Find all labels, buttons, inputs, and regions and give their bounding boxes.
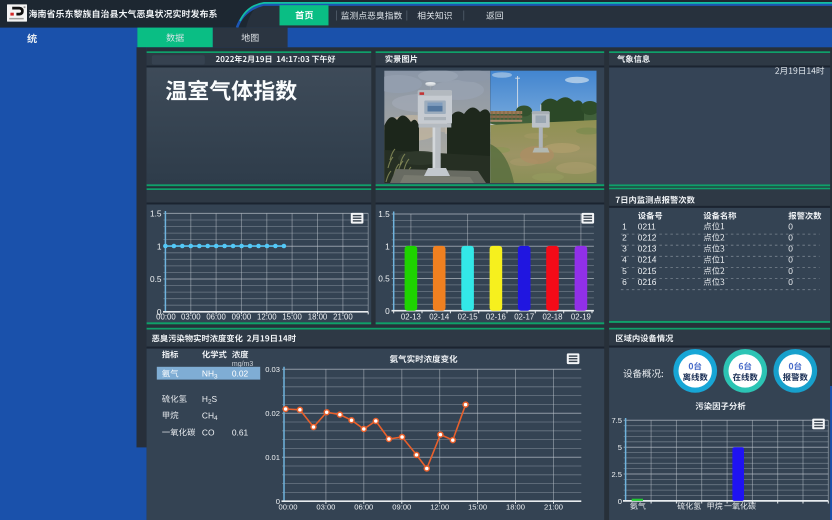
- svg-text:21:00: 21:00: [333, 313, 353, 322]
- svg-text:0216: 0216: [638, 277, 657, 287]
- svg-text:2.5: 2.5: [611, 470, 622, 479]
- svg-text:12:00: 12:00: [430, 503, 449, 512]
- svg-text:00:00: 00:00: [278, 503, 297, 512]
- svg-text:15:00: 15:00: [468, 503, 487, 512]
- svg-text:0.03: 0.03: [265, 365, 280, 374]
- svg-text:02-13: 02-13: [401, 313, 421, 322]
- svg-text:00:00: 00:00: [156, 313, 176, 322]
- svg-text:0.61: 0.61: [232, 427, 249, 437]
- svg-text:7.5: 7.5: [611, 416, 622, 425]
- svg-text:CO: CO: [202, 427, 215, 437]
- svg-text:3: 3: [622, 244, 627, 254]
- svg-text:03:00: 03:00: [316, 503, 335, 512]
- svg-text:0.02: 0.02: [265, 409, 280, 418]
- svg-text:0.01: 0.01: [265, 453, 280, 462]
- svg-text:4: 4: [622, 255, 627, 265]
- svg-text:1.5: 1.5: [378, 209, 390, 219]
- svg-text:0.5: 0.5: [150, 274, 162, 284]
- svg-text:0: 0: [788, 244, 793, 254]
- svg-text:0214: 0214: [638, 255, 657, 265]
- svg-text:1: 1: [622, 221, 627, 231]
- svg-text:03:00: 03:00: [181, 313, 201, 322]
- svg-text:21:00: 21:00: [544, 503, 563, 512]
- svg-text:0: 0: [385, 306, 390, 316]
- svg-text:02-17: 02-17: [514, 313, 534, 322]
- svg-text:0.02: 0.02: [232, 369, 249, 379]
- svg-text:02-15: 02-15: [458, 313, 479, 322]
- svg-text:02-18: 02-18: [543, 313, 563, 322]
- svg-text:0: 0: [788, 277, 793, 287]
- svg-text:15:00: 15:00: [282, 313, 302, 322]
- svg-text:09:00: 09:00: [232, 313, 252, 322]
- svg-text:0: 0: [788, 221, 793, 231]
- svg-text:02-16: 02-16: [486, 313, 506, 322]
- svg-text:1: 1: [385, 241, 390, 251]
- svg-text:6: 6: [622, 277, 627, 287]
- svg-text:09:00: 09:00: [392, 503, 411, 512]
- svg-text:1: 1: [157, 241, 162, 251]
- svg-text:06:00: 06:00: [206, 313, 226, 322]
- svg-text:5: 5: [618, 443, 622, 452]
- svg-text:0.5: 0.5: [378, 274, 390, 284]
- svg-text:12:00: 12:00: [257, 313, 277, 322]
- svg-text:0212: 0212: [638, 232, 657, 242]
- svg-text:0: 0: [618, 497, 622, 506]
- svg-text:18:00: 18:00: [506, 503, 525, 512]
- svg-text:2: 2: [622, 232, 627, 242]
- svg-text:0213: 0213: [638, 244, 657, 254]
- svg-text:0: 0: [788, 255, 793, 265]
- svg-text:0211: 0211: [638, 221, 656, 231]
- svg-text:06:00: 06:00: [354, 503, 373, 512]
- svg-text:5: 5: [622, 266, 627, 276]
- svg-text:0: 0: [788, 266, 793, 276]
- svg-text:02-14: 02-14: [429, 313, 450, 322]
- svg-text:0215: 0215: [638, 266, 657, 276]
- svg-text:1.5: 1.5: [150, 209, 162, 219]
- svg-text:18:00: 18:00: [308, 313, 328, 322]
- svg-text:02-19: 02-19: [571, 313, 591, 322]
- svg-text:0: 0: [788, 232, 793, 242]
